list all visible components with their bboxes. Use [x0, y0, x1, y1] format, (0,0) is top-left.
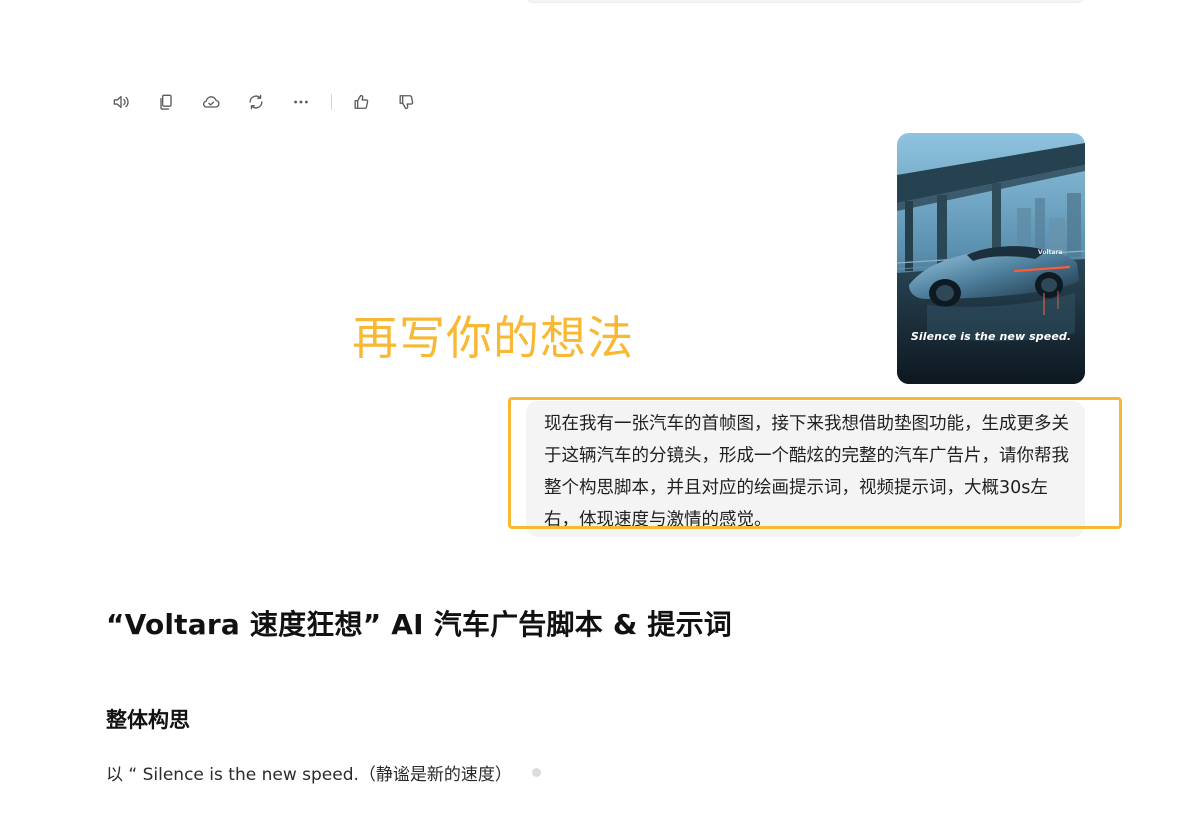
- regenerate-button[interactable]: [241, 88, 271, 116]
- dislike-button[interactable]: [391, 88, 421, 116]
- response-paragraph: 以 “ Silence is the new speed.（静谧是新的速度）: [106, 760, 541, 785]
- response-paragraph-text: 以 “ Silence is the new speed.（静谧是新的速度）: [106, 765, 512, 785]
- read-aloud-button[interactable]: [106, 88, 136, 116]
- copy-icon: [160, 94, 172, 110]
- user-message-text: 现在我有一张汽车的首帧图，接下来我想借助垫图功能，生成更多关于这辆汽车的分镜头，…: [544, 414, 1069, 530]
- copy-button[interactable]: [151, 88, 181, 116]
- response-title: “Voltara 速度狂想” AI 汽车广告脚本 & 提示词: [106, 608, 733, 641]
- previous-message-bubble: [525, 0, 1085, 2]
- attached-car-image[interactable]: Voltara Silence is the new speed.: [897, 133, 1085, 384]
- refresh-icon: [249, 94, 263, 110]
- image-caption-text: Silence is the new speed.: [910, 330, 1072, 343]
- like-button[interactable]: [346, 88, 376, 116]
- cloud-check-icon: [202, 96, 220, 108]
- speaker-icon: [113, 95, 129, 109]
- car-photo: [897, 133, 1085, 384]
- thumbs-down-icon: [399, 95, 414, 110]
- message-action-toolbar: [106, 88, 436, 116]
- response-section-heading: 整体构思: [106, 708, 190, 732]
- more-options-button[interactable]: [286, 88, 316, 116]
- more-icon: [294, 100, 308, 104]
- thumbs-up-icon: [354, 94, 369, 109]
- toolbar-divider: [331, 94, 332, 110]
- chat-page: Voltara Silence is the new speed. 再写你的想法…: [0, 0, 1199, 836]
- image-brand-text: Voltara: [1038, 249, 1063, 256]
- save-to-cloud-button[interactable]: [196, 88, 226, 116]
- typing-indicator: [531, 768, 541, 777]
- annotation-label: 再写你的想法: [352, 311, 634, 365]
